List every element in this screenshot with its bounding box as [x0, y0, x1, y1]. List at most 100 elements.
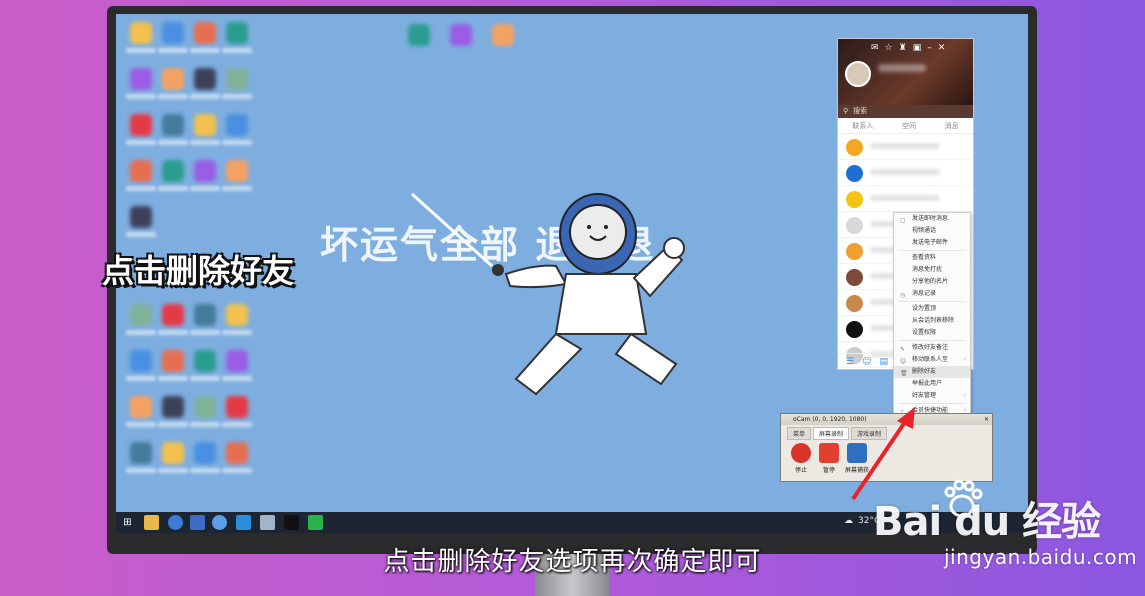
list-item[interactable]: [838, 160, 973, 186]
desktop-icon-label: [158, 94, 188, 99]
desktop-icon[interactable]: [226, 22, 248, 44]
menu-item-label: 视频通话: [912, 227, 937, 234]
theme-icon[interactable]: ▣: [913, 43, 922, 53]
close-icon[interactable]: ✕: [938, 43, 946, 53]
minimize-icon[interactable]: –: [927, 43, 932, 53]
star-icon[interactable]: ☆: [885, 43, 893, 53]
menu-item-label: 设为置顶: [912, 305, 937, 312]
menu-separator: [898, 250, 966, 251]
menu-item[interactable]: 举报此用户: [894, 378, 970, 390]
search-icon[interactable]: [168, 515, 183, 530]
app-icon-2[interactable]: [236, 515, 251, 530]
menu-item[interactable]: 查看资料: [894, 252, 970, 264]
desktop-icon[interactable]: [162, 22, 184, 44]
desktop-icon-label: [190, 94, 220, 99]
desktop-icon[interactable]: [194, 68, 216, 90]
avatar: [846, 321, 863, 338]
menu-item[interactable]: 好友管理 ›: [894, 390, 970, 402]
tab-contacts[interactable]: 联系人: [852, 118, 873, 133]
stop-button[interactable]: 停止: [789, 443, 813, 474]
pause-button[interactable]: 暂停: [817, 443, 841, 474]
menu-item-label: 从会话列表移除: [912, 317, 955, 324]
desktop-icon[interactable]: [492, 24, 514, 46]
menu-item[interactable]: 设置权限: [894, 327, 970, 339]
desktop-icon[interactable]: [226, 68, 248, 90]
app-icon-active[interactable]: [190, 515, 205, 530]
avatar[interactable]: [845, 61, 871, 87]
desktop-icon[interactable]: [162, 396, 184, 418]
tab-qzone[interactable]: 空间: [902, 118, 916, 133]
wechat-icon[interactable]: [308, 515, 323, 530]
menu-item[interactable]: ✎ 修改好友备注: [894, 342, 970, 354]
menu-item[interactable]: 视频通话: [894, 225, 970, 237]
menu-item[interactable]: 分享他的名片: [894, 276, 970, 288]
menu-item[interactable]: ▢ 发送即时消息: [894, 213, 970, 225]
desktop-icon[interactable]: [226, 396, 248, 418]
menu-item[interactable]: 🗑 删除好友: [894, 366, 970, 378]
desktop-icon[interactable]: [162, 114, 184, 136]
mail-icon[interactable]: ✉: [871, 43, 879, 53]
desktop-icon[interactable]: [194, 442, 216, 464]
desktop-icon[interactable]: [130, 350, 152, 372]
desktop-icon[interactable]: [226, 304, 248, 326]
desktop-icon[interactable]: [130, 304, 152, 326]
close-icon[interactable]: ✕: [984, 414, 989, 425]
desktop-icon[interactable]: [162, 442, 184, 464]
desktop-icon[interactable]: [226, 114, 248, 136]
desktop-icon[interactable]: [194, 304, 216, 326]
list-item[interactable]: [838, 186, 973, 212]
desktop-icon[interactable]: [162, 160, 184, 182]
desktop-icon[interactable]: [130, 206, 152, 228]
menu-item-label: 好友管理: [912, 392, 937, 399]
desktop-icon[interactable]: [226, 160, 248, 182]
avatar: [846, 295, 863, 312]
desktop-icon[interactable]: [130, 114, 152, 136]
menu-item[interactable]: 从会话列表移除: [894, 315, 970, 327]
desktop-icon-label: [158, 376, 188, 381]
app-icon-3[interactable]: [260, 515, 275, 530]
desktop-icon[interactable]: [408, 24, 430, 46]
desktop-icon[interactable]: [162, 68, 184, 90]
desktop-icon[interactable]: [194, 22, 216, 44]
desktop-icon[interactable]: [130, 396, 152, 418]
desktop-icon[interactable]: [162, 304, 184, 326]
menu-item[interactable]: 发送电子邮件: [894, 237, 970, 249]
menu-item[interactable]: ◷ 消息记录: [894, 288, 970, 300]
ocam-tab-screen-record[interactable]: 屏幕录制: [813, 427, 850, 440]
desktop-icon-label: [222, 48, 252, 53]
file-explorer-icon[interactable]: [144, 515, 159, 530]
desktop-icon[interactable]: [194, 396, 216, 418]
desktop-icon[interactable]: [194, 114, 216, 136]
desktop-icon-label: [126, 232, 156, 237]
desktop-icon[interactable]: [130, 68, 152, 90]
avatar: [846, 243, 863, 260]
desktop-icon[interactable]: [226, 442, 248, 464]
desktop-icon[interactable]: [130, 442, 152, 464]
desktop-icon[interactable]: [194, 160, 216, 182]
ocam-tab-menu[interactable]: 菜单: [787, 427, 812, 440]
desktop-icon[interactable]: [226, 350, 248, 372]
desktop-icon[interactable]: [162, 350, 184, 372]
tab-messages[interactable]: 消息: [945, 118, 959, 133]
menu-item-label: 消息记录: [912, 290, 937, 297]
desktop-icon-label: [190, 422, 220, 427]
menu-item[interactable]: 设为置顶: [894, 303, 970, 315]
browser-icon[interactable]: [212, 515, 227, 530]
shirt-icon[interactable]: ♜: [899, 43, 907, 53]
search-input[interactable]: 搜索: [853, 105, 867, 118]
desktop-icon-label: [126, 186, 156, 191]
menu-item[interactable]: ☺ 移动联系人至 ›: [894, 354, 970, 366]
list-item[interactable]: [838, 134, 973, 160]
app-manager-icon[interactable]: ▤: [879, 354, 888, 369]
desktop-icon[interactable]: [450, 24, 472, 46]
contacts-icon[interactable]: ☺: [862, 354, 871, 369]
desktop-icon[interactable]: [130, 160, 152, 182]
desktop-icon[interactable]: [194, 350, 216, 372]
menu-item[interactable]: 消息免打扰: [894, 264, 970, 276]
desktop-icon[interactable]: [130, 22, 152, 44]
qq-search-bar[interactable]: ⚲ 搜索: [838, 105, 973, 118]
tiktok-icon[interactable]: [284, 515, 299, 530]
baidu-watermark: Bai du 经验: [873, 489, 1101, 547]
menu-icon[interactable]: ☰: [846, 354, 854, 369]
windows-start-icon[interactable]: ⊞: [120, 515, 135, 530]
